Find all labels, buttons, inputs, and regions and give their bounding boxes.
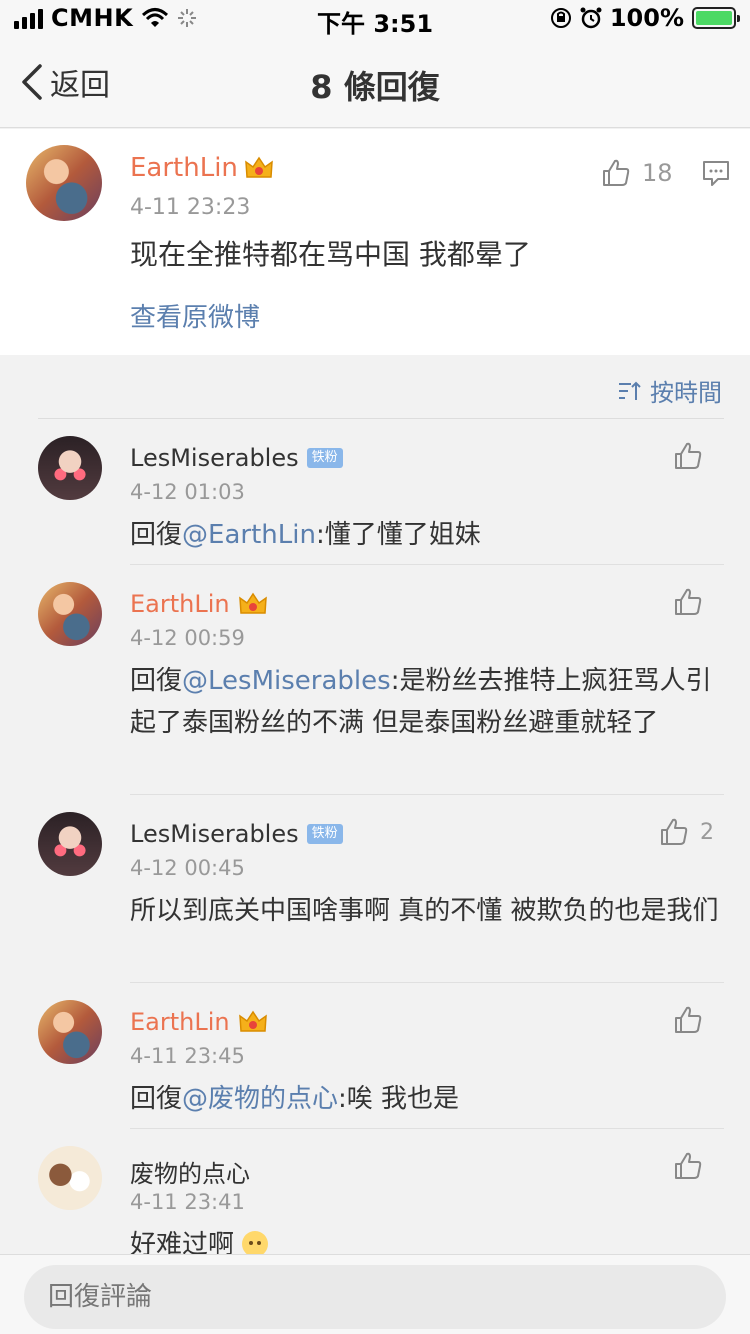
comment-author[interactable]: LesMiserables 铁粉: [130, 444, 343, 472]
sort-row: 按時間: [0, 355, 750, 419]
comment-text: 回復@EarthLin:懂了懂了姐妹: [130, 514, 720, 556]
status-right: 100%: [550, 4, 740, 32]
like-button[interactable]: [672, 1004, 714, 1036]
like-button[interactable]: 18: [600, 157, 673, 189]
like-button[interactable]: [672, 586, 714, 618]
author-name: LesMiserables: [130, 444, 299, 472]
comment-author[interactable]: EarthLin: [130, 1008, 268, 1036]
page: CMHK 下午 3:51 100% 返回 8 條回復 EarthLin 4-11…: [0, 0, 750, 1334]
avatar[interactable]: [38, 1146, 102, 1210]
comment-time: 4-11 23:41: [130, 1190, 245, 1214]
thumbs-up-icon: [675, 1152, 702, 1179]
like-button[interactable]: [672, 1150, 714, 1182]
thumbs-up-icon: [675, 588, 702, 615]
comment-author[interactable]: 废物的点心: [130, 1154, 250, 1189]
crown-icon: [238, 1009, 268, 1035]
comment-text: 回復@废物的点心:唉 我也是: [130, 1078, 720, 1120]
bottom-bar: 回復評論: [0, 1254, 750, 1334]
comment-time: 4-12 01:03: [130, 480, 245, 504]
view-original-link[interactable]: 查看原微博: [130, 297, 260, 334]
comment-text: 回復@LesMiserables:是粉丝去推特上疯狂骂人引起了泰国粉丝的不满 但…: [130, 660, 720, 744]
fan-badge: 铁粉: [306, 824, 343, 844]
comment-button[interactable]: [702, 159, 730, 191]
page-title: 8 條回復: [310, 68, 440, 106]
status-bar: CMHK 下午 3:51 100%: [0, 0, 750, 40]
sort-label: 按時間: [650, 379, 722, 407]
like-button[interactable]: 2: [658, 816, 714, 848]
post-time: 4-11 23:23: [130, 195, 251, 220]
comment-text: 所以到底关中国啥事啊 真的不懂 被欺负的也是我们: [130, 896, 719, 926]
comment-body: :唉 我也是: [338, 1084, 460, 1114]
avatar[interactable]: [38, 436, 102, 500]
like-count: 2: [700, 819, 714, 845]
reply-prefix: 回復: [130, 1084, 183, 1114]
comment-icon: [703, 161, 729, 186]
orientation-lock-icon: [550, 8, 571, 28]
like-button[interactable]: [672, 440, 714, 472]
mention-link[interactable]: @LesMiserables: [182, 666, 391, 696]
avatar[interactable]: [38, 1000, 102, 1064]
post-text: 现在全推特都在骂中国 我都晕了: [130, 238, 531, 271]
nav-bar: 返回 8 條回復: [0, 40, 750, 128]
author-name: LesMiserables: [130, 820, 299, 848]
fan-badge: 铁粉: [306, 448, 343, 468]
battery-icon: [692, 7, 740, 29]
author-name: 废物的点心: [130, 1160, 250, 1188]
sort-icon: [619, 381, 641, 400]
crown-icon: [244, 155, 274, 181]
comment-item: 废物的点心 4-11 23:41 好难过啊: [0, 1128, 750, 1260]
author-name: EarthLin: [130, 153, 238, 183]
comment-time: 4-11 23:45: [130, 1044, 245, 1068]
alarm-icon: [580, 7, 602, 29]
reply-prefix: 回復: [130, 666, 183, 696]
comment-item: LesMiserables 铁粉 4-12 00:45 所以到底关中国啥事啊 真…: [0, 794, 750, 982]
author-name: EarthLin: [130, 1008, 230, 1036]
thumbs-up-icon: [675, 442, 702, 469]
thumbs-up-icon: [675, 1006, 702, 1033]
avatar[interactable]: [38, 812, 102, 876]
sort-button[interactable]: 按時間: [618, 373, 722, 408]
thumbs-up-icon: [603, 159, 630, 186]
comment-time: 4-12 00:45: [130, 856, 245, 880]
battery-percent: 100%: [609, 4, 684, 32]
main-post: EarthLin 4-11 23:23 现在全推特都在骂中国 我都晕了 查看原微…: [0, 129, 750, 355]
post-author[interactable]: EarthLin: [130, 153, 274, 183]
like-count: 18: [642, 159, 673, 187]
comment-author[interactable]: LesMiserables 铁粉: [130, 820, 343, 848]
comment-time: 4-12 00:59: [130, 626, 245, 650]
avatar[interactable]: [26, 145, 102, 221]
comment-author[interactable]: EarthLin: [130, 590, 268, 618]
thumbs-up-icon: [661, 818, 688, 845]
reply-input[interactable]: 回復評論: [24, 1265, 726, 1329]
crown-icon: [238, 591, 268, 617]
reply-prefix: 回復: [130, 520, 183, 550]
author-name: EarthLin: [130, 590, 230, 618]
mention-link[interactable]: @EarthLin: [182, 520, 316, 550]
comment-item: LesMiserables 铁粉 4-12 01:03 回復@EarthLin:…: [0, 418, 750, 564]
comment-body: :懂了懂了姐妹: [315, 520, 481, 550]
mention-link[interactable]: @废物的点心: [182, 1084, 338, 1114]
comment-item: EarthLin 4-11 23:45 回復@废物的点心:唉 我也是: [0, 982, 750, 1128]
avatar[interactable]: [38, 582, 102, 646]
comment-item: EarthLin 4-12 00:59 回復@LesMiserables:是粉丝…: [0, 564, 750, 794]
